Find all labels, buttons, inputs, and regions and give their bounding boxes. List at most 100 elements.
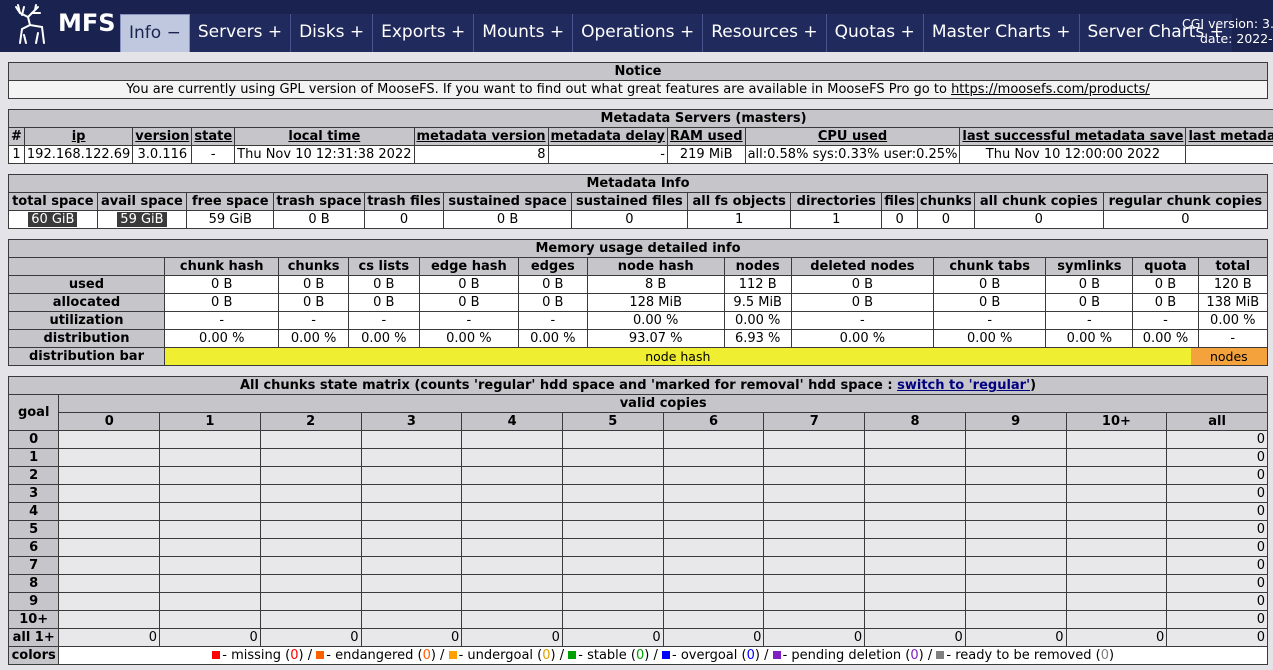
chunks-state-matrix: All chunks state matrix (counts 'regular… [7, 376, 1268, 665]
masters-col-header[interactable]: version [132, 127, 193, 146]
metadata-cell: 0 B [443, 210, 572, 229]
matrix-cell [360, 538, 463, 557]
matrix-all-row: all 1+ 0 0 0 0 0 0 0 0 0 0 0 0 [7, 628, 1268, 647]
sort-link[interactable]: RAM used [670, 129, 743, 144]
matrix-cell [259, 556, 362, 575]
matrix-cell [58, 556, 161, 575]
matrix-cell [159, 502, 261, 521]
matrix-cell [964, 484, 1067, 503]
sort-link[interactable]: last successful metadata save [962, 129, 1183, 144]
matrix-cell [964, 556, 1067, 575]
matrix-cell [763, 466, 866, 485]
sort-link[interactable]: version [135, 129, 189, 144]
masters-col-header[interactable]: CPU used [744, 127, 961, 146]
matrix-cell [259, 484, 362, 503]
matrix-cell [662, 610, 765, 629]
moosefs-logo[interactable]: MFS [8, 3, 116, 47]
tab-operations[interactable]: Operations + [572, 14, 703, 52]
memory-row-distribution: distribution 0.00 % 0.00 % 0.00 % 0.00 % 0.00… [8, 329, 1269, 348]
matrix-col-header: 9 [964, 412, 1067, 431]
matrix-cell [461, 592, 563, 611]
matrix-cell [58, 538, 161, 557]
matrix-cell [58, 610, 161, 629]
metadata-cell: 0 [570, 210, 689, 229]
color-legend: - missing (0) / - endangered (0) / - und… [58, 646, 1268, 665]
notice-title: Notice [8, 62, 1268, 81]
masters-col-header[interactable]: local time [234, 127, 415, 146]
matrix-cell [864, 448, 966, 467]
tab-master-charts[interactable]: Master Charts + [922, 14, 1079, 52]
sort-link[interactable]: metadata delay [551, 129, 665, 144]
matrix-cell [763, 556, 866, 575]
matrix-goal-row: 70 [7, 556, 1268, 575]
sort-link[interactable]: CPU used [818, 129, 887, 144]
matrix-cell [964, 610, 1067, 629]
metadata-highlight-value: 59 GiB [117, 212, 167, 227]
goal-label: 10+ [7, 610, 60, 629]
masters-col-header[interactable]: last metadata save duration [1185, 127, 1273, 146]
matrix-cell [159, 610, 261, 629]
legend-count: 0 [290, 648, 299, 663]
metadata-info-data-row: 60 GiB 59 GiB 59 GiB 0 B00 B0110000 [8, 210, 1269, 229]
masters-col-header[interactable]: RAM used [666, 127, 746, 146]
tab-exports[interactable]: Exports + [372, 14, 474, 52]
matrix-cell [662, 448, 765, 467]
matrix-goal-row: 10 [7, 448, 1268, 467]
moosefs-products-link[interactable]: https://moosefs.com/products/ [951, 82, 1150, 97]
sort-link[interactable]: last metadata save duration [1188, 129, 1273, 144]
memory-cell: 93.07 % [586, 329, 725, 348]
tab-resources[interactable]: Resources + [702, 14, 826, 52]
memory-cell: - [163, 311, 280, 330]
legend-item-undergoal: - undergoal (0) / [448, 648, 569, 663]
sort-link[interactable]: local time [288, 129, 360, 144]
memory-col-header: chunks [278, 257, 349, 276]
matrix-cell [1065, 430, 1168, 449]
distribution-bar: node hash nodes [165, 348, 1267, 365]
memory-cell: 0 B [347, 275, 420, 294]
masters-col-header[interactable]: last successful metadata save [959, 127, 1187, 146]
matrix-cell: 0 [1166, 502, 1268, 521]
masters-col-header[interactable]: state [191, 127, 236, 146]
masters-data-row: 1 192.168.122.69 3.0.116- Thu Nov 10 12:31:… [8, 145, 1273, 164]
sort-link[interactable]: state [194, 129, 232, 144]
masters-col-header[interactable]: metadata version [413, 127, 549, 146]
switch-to-regular-link[interactable]: switch to 'regular' [897, 378, 1030, 393]
distribution-bar-cell: node hash nodes [163, 347, 1269, 366]
sort-link[interactable]: metadata version [417, 129, 546, 144]
tab-servers[interactable]: Servers + [189, 14, 291, 52]
metadata-col-header: all chunk copies [973, 192, 1104, 211]
memory-cell: - [418, 311, 519, 330]
masters-col-header[interactable]: # [8, 127, 25, 146]
colors-label: colors [7, 646, 60, 665]
matrix-all-cell: 0 [964, 628, 1067, 647]
matrix-cell [1065, 556, 1168, 575]
matrix-cell [561, 610, 664, 629]
matrix-cell [360, 448, 463, 467]
matrix-cell [259, 538, 362, 557]
matrix-cell [461, 574, 563, 593]
memory-row-label: distribution [8, 329, 165, 348]
matrix-all-cell: 0 [360, 628, 463, 647]
tab-quotas[interactable]: Quotas + [825, 14, 923, 52]
tab-mounts[interactable]: Mounts + [473, 14, 573, 52]
matrix-cell: 0 [1166, 592, 1268, 611]
matrix-cell [461, 538, 563, 557]
metadata-cell: 0 B [273, 210, 365, 229]
matrix-cell [259, 430, 362, 449]
sort-link[interactable]: ip [72, 129, 86, 144]
memory-cell: 0.00 % [790, 329, 934, 348]
distribution-bar-row: distribution bar node hash nodes [8, 347, 1269, 366]
metadata-servers-table: Metadata Servers (masters) # ip version sta… [7, 109, 1273, 164]
tab-disks[interactable]: Disks + [290, 14, 373, 52]
masters-col-header[interactable]: metadata delay [547, 127, 668, 146]
goal-label: 5 [7, 520, 60, 539]
masters-cell: 8 [413, 145, 549, 164]
matrix-cell [864, 484, 966, 503]
matrix-cell [259, 466, 362, 485]
matrix-cell [159, 556, 261, 575]
matrix-cell [964, 448, 1067, 467]
matrix-col-header: 10+ [1065, 412, 1168, 431]
tab-info[interactable]: Info − [120, 14, 190, 52]
masters-cell: 219 MiB [666, 145, 746, 164]
masters-col-header[interactable]: ip [23, 127, 134, 146]
